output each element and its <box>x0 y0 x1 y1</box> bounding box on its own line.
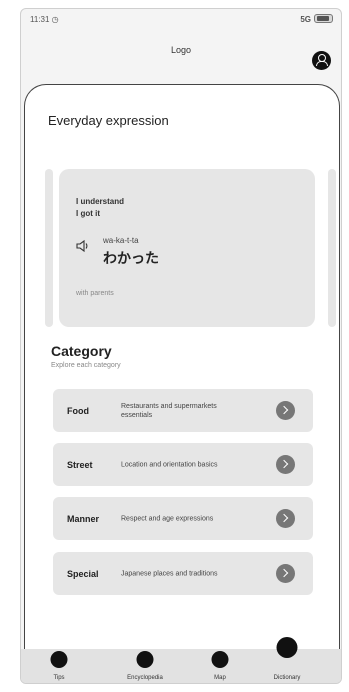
category-description: Respect and age expressions <box>121 515 214 522</box>
tab-label: Dictionary <box>273 675 301 681</box>
section-title: Everyday expression <box>48 113 169 128</box>
arrow-right-icon[interactable] <box>276 509 295 528</box>
romaji-text: wa-ka-t-ta <box>103 236 139 245</box>
tab-label: Map <box>214 675 226 681</box>
category-subtitle: Explore each category <box>51 362 121 369</box>
english-meaning-alt: I got it <box>76 209 100 218</box>
category-item-street[interactable]: Street Location and orientation basics <box>53 443 313 486</box>
english-meaning: I understand <box>76 197 125 206</box>
category-description: Location and orientation basics <box>121 461 218 468</box>
signal-indicator: 5G <box>300 15 311 24</box>
phone-frame: 11:31 ◷ 5G Logo Everyday expression I un… <box>20 8 342 684</box>
tab-map[interactable]: Map <box>188 649 252 683</box>
expression-card[interactable]: I understand I got it wa-ka-t-ta わかった wi… <box>59 169 315 327</box>
category-name: Special <box>67 568 99 579</box>
tab-encyclopedia[interactable]: Encyclopedia <box>113 649 177 683</box>
category-description: Japanese places and traditions <box>121 570 218 577</box>
map-icon <box>211 651 229 668</box>
next-card-peek[interactable] <box>328 169 336 327</box>
tab-label: Tips <box>53 675 65 681</box>
app-header: Logo <box>21 31 341 79</box>
category-name: Street <box>67 459 93 470</box>
status-time: 11:31 ◷ <box>30 15 59 24</box>
arrow-right-icon[interactable] <box>276 564 295 583</box>
status-bar: 11:31 ◷ 5G <box>21 9 341 31</box>
tips-icon <box>50 651 68 668</box>
category-name: Manner <box>67 513 100 524</box>
profile-avatar-icon[interactable] <box>312 51 331 70</box>
logo: Logo <box>170 45 192 55</box>
category-item-special[interactable]: Special Japanese places and traditions <box>53 552 313 595</box>
category-title: Category <box>51 343 112 359</box>
arrow-right-icon[interactable] <box>276 455 295 474</box>
category-description: Restaurants and supermarkets essentials <box>121 402 217 419</box>
encyclopedia-icon <box>136 651 154 668</box>
japanese-text: わかった <box>103 250 159 266</box>
tab-label: Encyclopedia <box>127 675 163 681</box>
tab-tips[interactable]: Tips <box>27 649 91 683</box>
bottom-tab-bar: Tips Encyclopedia Map Dictionary <box>21 637 341 683</box>
speaker-icon[interactable] <box>76 239 90 253</box>
dictionary-icon <box>276 637 298 658</box>
previous-card-peek[interactable] <box>45 169 53 327</box>
category-item-food[interactable]: Food Restaurants and supermarkets essent… <box>53 389 313 432</box>
category-item-manner[interactable]: Manner Respect and age expressions <box>53 497 313 540</box>
category-name: Food <box>67 405 89 416</box>
battery-icon <box>314 14 333 23</box>
arrow-right-icon[interactable] <box>276 401 295 420</box>
tab-dictionary[interactable]: Dictionary <box>255 637 319 683</box>
usage-hint: with parents <box>76 290 114 297</box>
